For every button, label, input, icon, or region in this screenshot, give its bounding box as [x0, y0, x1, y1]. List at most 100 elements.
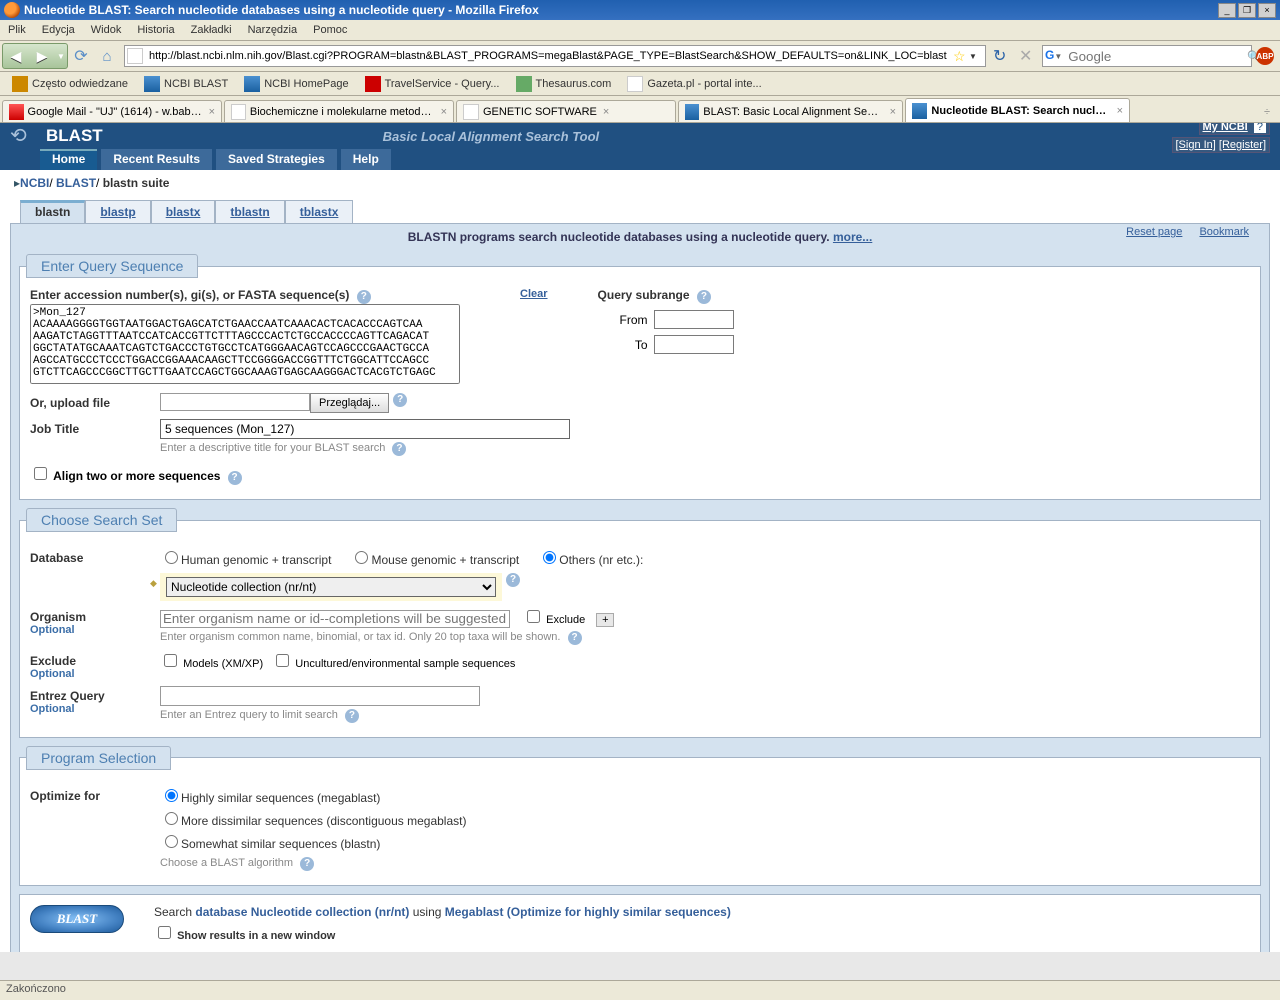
tab-close-icon[interactable]: ×	[603, 106, 609, 118]
radio-disc[interactable]	[165, 812, 178, 825]
home-button[interactable]: ⌂	[96, 45, 118, 67]
browse-button[interactable]: Przeglądaj...	[310, 393, 389, 413]
tab-tblastx[interactable]: tblastx	[285, 200, 354, 223]
more-link[interactable]: more...	[833, 230, 872, 244]
blast-button[interactable]: BLAST	[30, 905, 124, 933]
bm-ncbi-blast[interactable]: NCBI BLAST	[136, 74, 236, 94]
new-window-checkbox[interactable]	[158, 926, 171, 939]
help-icon[interactable]: ?	[228, 471, 242, 485]
bm-thesaurus[interactable]: Thesaurus.com	[508, 74, 620, 94]
jobtitle-input[interactable]	[160, 419, 570, 439]
tab-genetic[interactable]: GENETIC SOFTWARE ×	[456, 100, 676, 122]
align-checkbox[interactable]	[34, 467, 47, 480]
stop-button[interactable]: ✕	[1019, 46, 1039, 66]
url-dropdown-icon[interactable]: ▼	[969, 52, 983, 61]
tab-gmail[interactable]: Google Mail - "UJ" (1614) - w.babik76...…	[2, 100, 222, 122]
bm-ncbi-home[interactable]: NCBI HomePage	[236, 74, 356, 94]
panel-description: BLASTN programs search nucleotide databa…	[11, 224, 1269, 246]
reset-link[interactable]: Reset page	[1126, 226, 1182, 238]
radio-mouse[interactable]	[355, 551, 368, 564]
nav-recent[interactable]: Recent Results	[101, 149, 212, 170]
menu-file[interactable]: Plik	[0, 22, 34, 38]
nav-help[interactable]: Help	[341, 149, 391, 170]
bm-frequent[interactable]: Często odwiedzane	[4, 74, 136, 94]
firefox-icon	[4, 2, 20, 18]
menu-tools[interactable]: Narzędzia	[240, 22, 306, 38]
menu-bookmarks[interactable]: Zakładki	[183, 22, 240, 38]
myncbi-area: My NCBI ? [Sign In] [Register]	[1172, 122, 1271, 153]
exclude-uncultured-checkbox[interactable]	[276, 654, 289, 667]
help-icon[interactable]: ?	[506, 573, 520, 587]
menu-help[interactable]: Pomoc	[305, 22, 355, 38]
exclude-org-checkbox[interactable]	[527, 610, 540, 623]
tab-close-icon[interactable]: ×	[1117, 105, 1123, 117]
reload-alt-button[interactable]: ⟳	[70, 45, 92, 67]
bm-gazeta[interactable]: Gazeta.pl - portal inte...	[619, 74, 769, 94]
myncbi-label[interactable]: My NCBI	[1203, 122, 1248, 133]
from-label: From	[598, 313, 648, 327]
help-icon[interactable]: ?	[392, 442, 406, 456]
tab-nucleotide-blast[interactable]: Nucleotide BLAST: Search nucleo... ×	[905, 98, 1130, 122]
clear-link[interactable]: Clear	[520, 288, 548, 300]
tab-blastx[interactable]: blastx	[151, 200, 216, 223]
query-textarea[interactable]: >Mon_127 ACAAAAGGGGTGGTAATGGACTGAGCATCTG…	[30, 304, 460, 384]
reload-button[interactable]: ↻	[993, 46, 1013, 66]
minimize-button[interactable]: _	[1218, 3, 1236, 18]
db-link[interactable]: database Nucleotide collection (nr/nt)	[195, 905, 409, 919]
tab-blastp[interactable]: blastp	[85, 200, 150, 223]
url-input[interactable]	[147, 49, 953, 63]
history-dropdown[interactable]: ▼	[55, 44, 67, 68]
bookmark-star-icon[interactable]: ☆	[953, 48, 969, 65]
radio-human[interactable]	[165, 551, 178, 564]
add-organism-button[interactable]: +	[596, 613, 614, 627]
organism-input[interactable]	[160, 610, 510, 628]
gmail-icon	[9, 104, 24, 120]
menu-edit[interactable]: Edycja	[34, 22, 83, 38]
tab-close-icon[interactable]: ×	[209, 106, 215, 118]
help-icon[interactable]: ?	[1254, 122, 1266, 133]
back-button[interactable]: ◀	[3, 44, 29, 68]
signin-link[interactable]: [Sign In]	[1176, 139, 1216, 151]
tab-close-icon[interactable]: ×	[441, 106, 447, 118]
help-icon[interactable]: ?	[697, 290, 711, 304]
jobtitle-hint: Enter a descriptive title for your BLAST…	[160, 442, 1250, 456]
close-button[interactable]: ×	[1258, 3, 1276, 18]
help-icon[interactable]: ?	[357, 290, 371, 304]
tab-biochem[interactable]: Biochemiczne i molekularne metody ba... …	[224, 100, 454, 122]
from-input[interactable]	[654, 310, 734, 329]
bc-blast[interactable]: BLAST	[56, 176, 96, 190]
nav-saved[interactable]: Saved Strategies	[216, 149, 337, 170]
help-icon[interactable]: ?	[568, 631, 582, 645]
maximize-button[interactable]: ❐	[1238, 3, 1256, 18]
site-favicon	[127, 48, 143, 64]
search-input[interactable]	[1066, 48, 1247, 65]
register-link[interactable]: [Register]	[1219, 139, 1266, 151]
forward-button[interactable]: ▶	[29, 44, 55, 68]
radio-blastn[interactable]	[165, 835, 178, 848]
help-icon[interactable]: ?	[393, 393, 407, 407]
url-bar[interactable]: ☆ ▼	[124, 45, 986, 67]
to-input[interactable]	[654, 335, 734, 354]
bm-travel[interactable]: TravelService - Query...	[357, 74, 508, 94]
radio-megablast[interactable]	[165, 789, 178, 802]
menu-view[interactable]: Widok	[83, 22, 130, 38]
tab-close-icon[interactable]: ×	[890, 106, 896, 118]
radio-others[interactable]	[543, 551, 556, 564]
bookmark-link[interactable]: Bookmark	[1199, 226, 1249, 238]
tab-blast-basic[interactable]: BLAST: Basic Local Alignment Search T...…	[678, 100, 903, 122]
file-input[interactable]	[160, 393, 310, 411]
adblock-icon[interactable]: ABP	[1256, 47, 1274, 65]
bc-ncbi[interactable]: NCBI	[20, 176, 49, 190]
exclude-models-checkbox[interactable]	[164, 654, 177, 667]
tab-tblastn[interactable]: tblastn	[215, 200, 284, 223]
algo-link[interactable]: Megablast (Optimize for highly similar s…	[445, 905, 731, 919]
entrez-input[interactable]	[160, 686, 480, 706]
tab-blastn[interactable]: blastn	[20, 200, 85, 223]
nav-home[interactable]: Home	[40, 149, 97, 170]
search-box[interactable]: ▼ 🔍	[1042, 45, 1252, 67]
help-icon[interactable]: ?	[300, 857, 314, 871]
tab-overflow-icon[interactable]: ÷	[1256, 102, 1278, 122]
help-icon[interactable]: ?	[345, 709, 359, 723]
menu-history[interactable]: Historia	[129, 22, 182, 38]
database-select[interactable]: Nucleotide collection (nr/nt)	[166, 577, 496, 597]
